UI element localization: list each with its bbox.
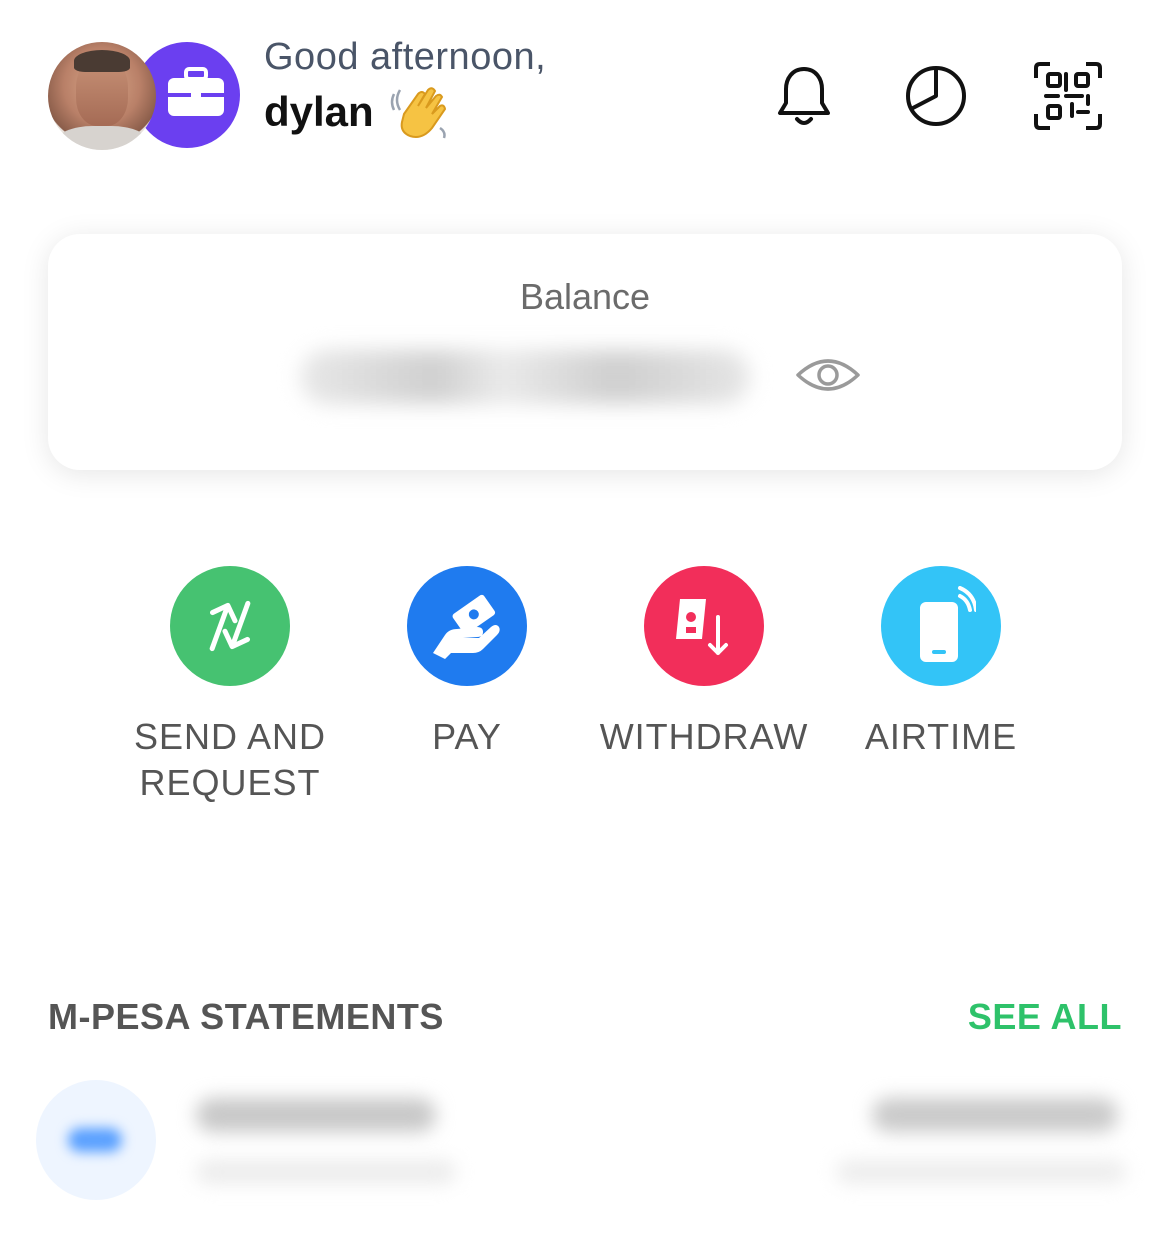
send-and-request-label: SEND AND REQUEST [110, 714, 350, 806]
greeting-text: Good afternoon, [264, 36, 547, 78]
bell-icon[interactable] [768, 60, 840, 132]
username-text: dylan [264, 88, 374, 135]
withdraw-button[interactable]: WITHDRAW [584, 566, 824, 760]
balance-amount-hidden [300, 350, 750, 404]
withdraw-cash-icon [644, 566, 764, 686]
withdraw-label: WITHDRAW [599, 716, 809, 757]
qr-scan-icon[interactable] [1032, 60, 1104, 132]
airtime-button[interactable]: AIRTIME [821, 566, 1061, 760]
pay-hand-cash-icon [407, 566, 527, 686]
airtime-label: AIRTIME [864, 716, 1018, 757]
statement-detail-hidden [196, 1160, 456, 1184]
pay-label: PAY [432, 716, 502, 757]
pie-chart-icon[interactable] [900, 60, 972, 132]
see-all-link[interactable]: SEE ALL [968, 996, 1122, 1038]
briefcase-icon [166, 66, 226, 124]
mpesa-statements-title: M-PESA STATEMENTS [48, 996, 444, 1037]
send-and-request-button[interactable]: SEND AND REQUEST [110, 566, 350, 806]
phone-airtime-icon [881, 566, 1001, 686]
statement-date-hidden [836, 1160, 1126, 1184]
statement-amount-hidden [872, 1098, 1118, 1132]
send-and-request-line2: REQUEST [139, 762, 321, 803]
pay-button[interactable]: PAY [347, 566, 587, 760]
statement-avatar [36, 1080, 156, 1200]
waving-hand-icon [388, 84, 452, 144]
balance-label: Balance [519, 276, 651, 317]
statement-name-hidden [196, 1098, 436, 1132]
send-and-request-line1: SEND AND [133, 716, 327, 757]
user-avatar[interactable] [48, 42, 156, 150]
eye-icon[interactable] [792, 345, 864, 405]
send-request-arrows-icon [170, 566, 290, 686]
